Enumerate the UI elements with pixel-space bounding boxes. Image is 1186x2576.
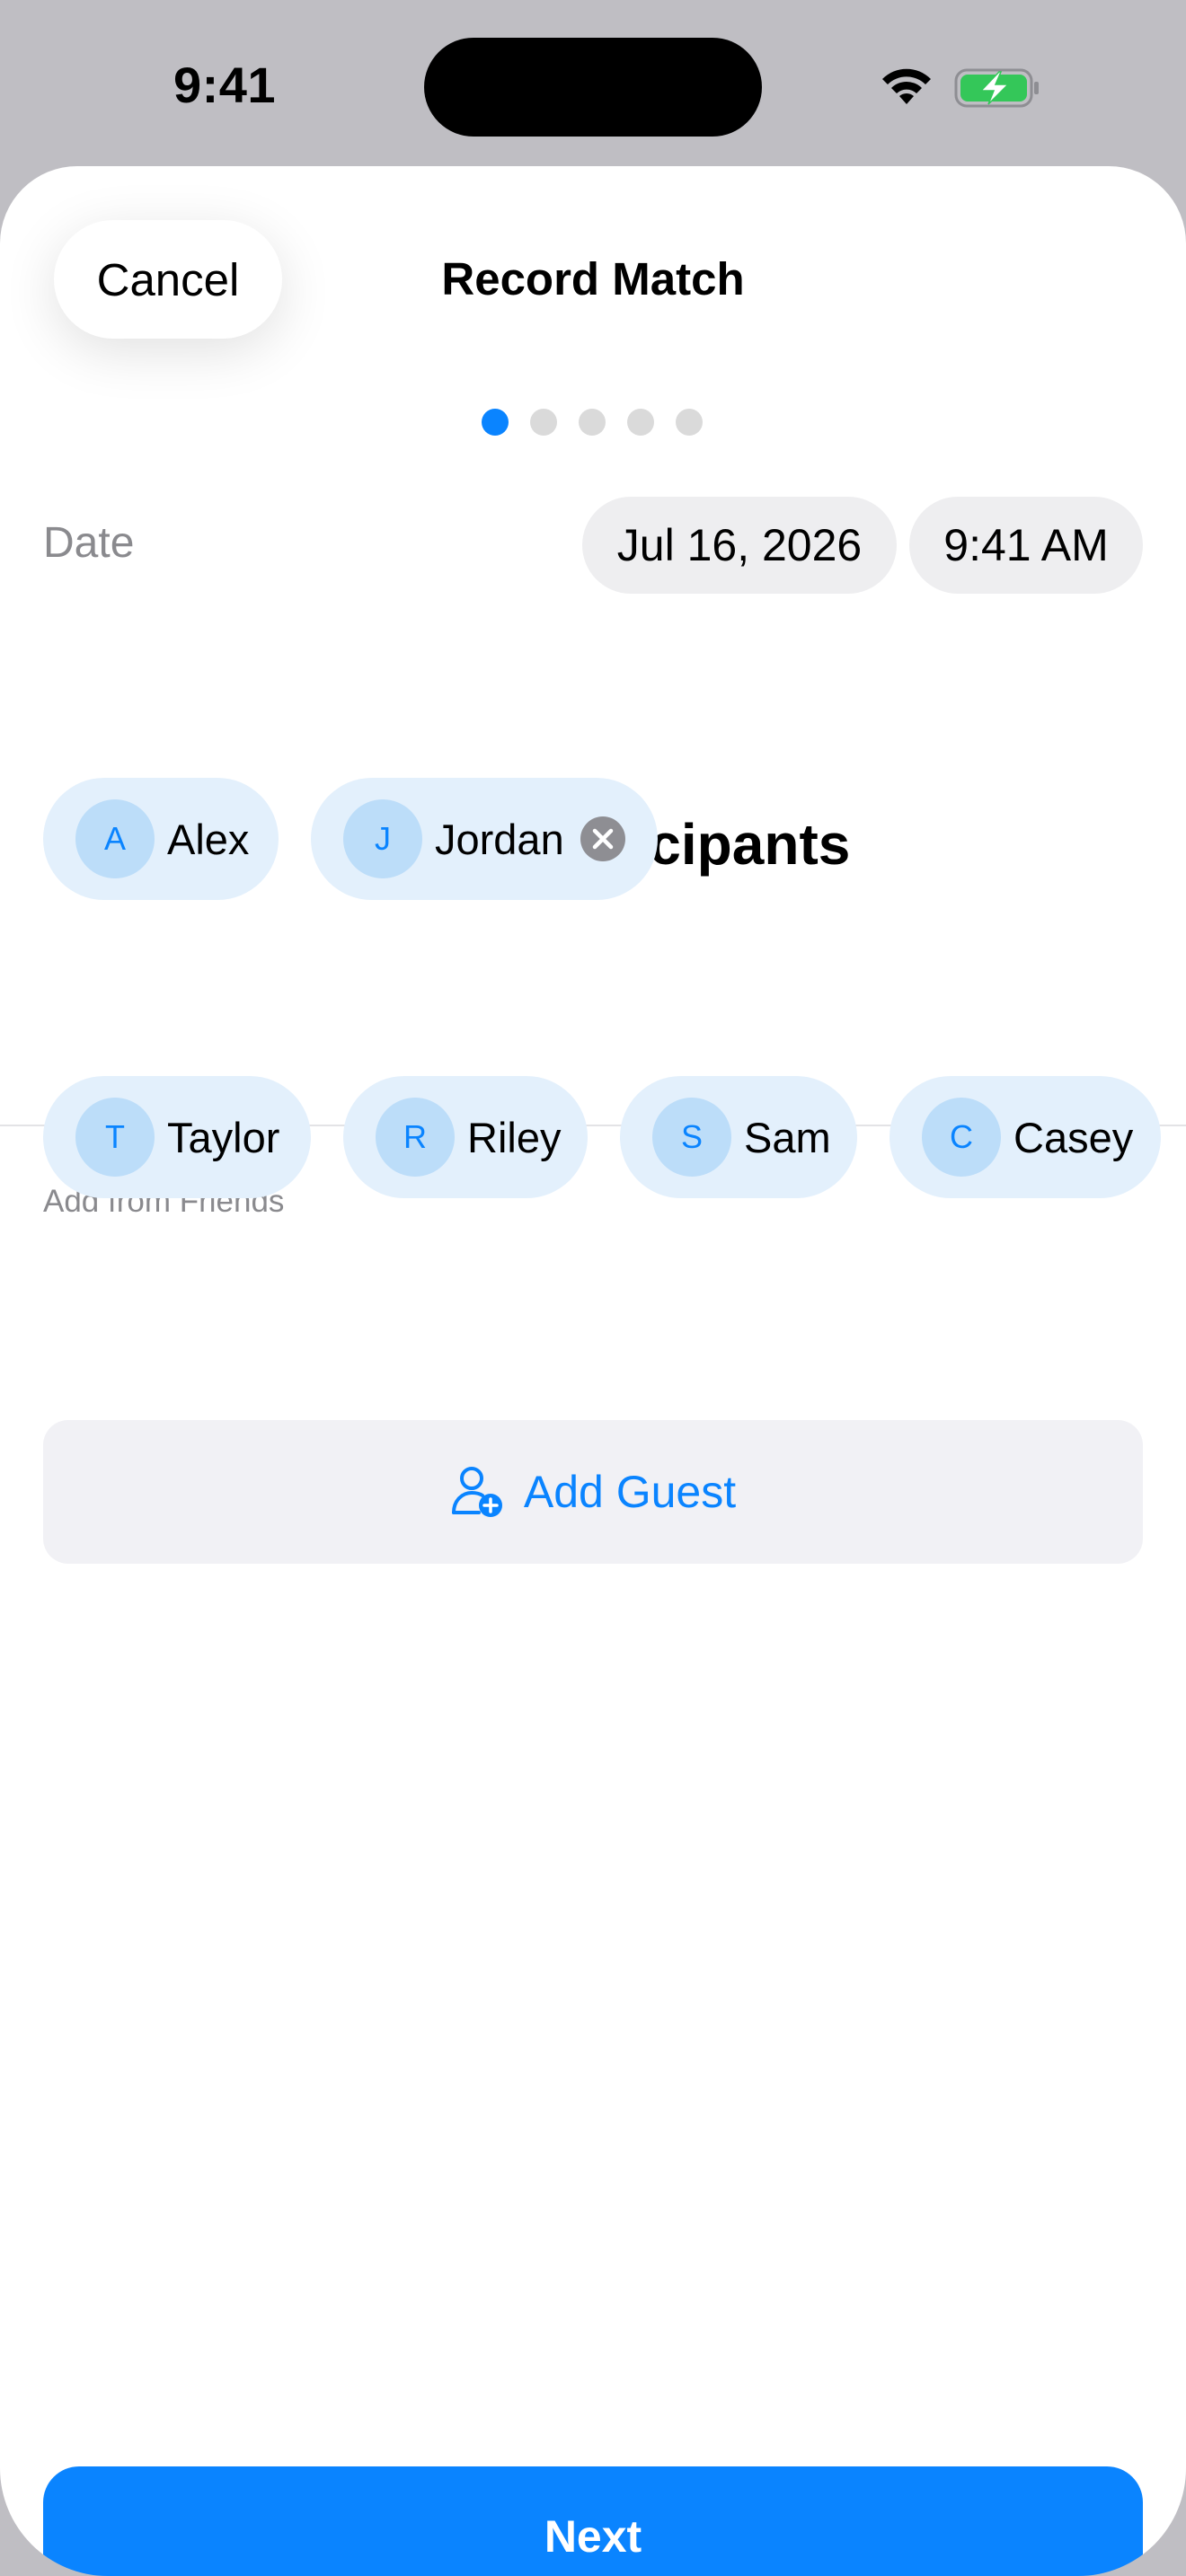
avatar: T bbox=[75, 1098, 155, 1177]
avatar: R bbox=[376, 1098, 455, 1177]
page-dot-4 bbox=[627, 409, 654, 436]
avatar: S bbox=[652, 1098, 731, 1177]
friend-name: Taylor bbox=[167, 1113, 280, 1161]
dynamic-island bbox=[424, 38, 762, 137]
add-guest-label: Add Guest bbox=[523, 1467, 737, 1517]
cancel-button[interactable]: Cancel bbox=[54, 220, 282, 339]
participant-chip-alex[interactable]: A Alex bbox=[43, 778, 279, 900]
avatar: C bbox=[922, 1098, 1001, 1177]
page-dot-5 bbox=[676, 409, 703, 436]
friend-name: Sam bbox=[744, 1113, 831, 1161]
avatar: J bbox=[343, 799, 422, 878]
record-match-sheet: Cancel Record Match Date Jul 16, 2026 9:… bbox=[0, 166, 1186, 2576]
page-indicator bbox=[482, 409, 703, 437]
date-picker[interactable]: Jul 16, 2026 bbox=[582, 497, 897, 594]
participant-name: Jordan bbox=[435, 815, 564, 863]
friend-name: Riley bbox=[467, 1113, 562, 1161]
friend-chip-riley[interactable]: R Riley bbox=[343, 1076, 588, 1198]
page-dot-2 bbox=[530, 409, 557, 436]
device-corner-mask bbox=[0, 2468, 1186, 2576]
battery-charging-icon bbox=[954, 68, 1039, 108]
time-picker[interactable]: 9:41 AM bbox=[909, 497, 1143, 594]
participant-name: Alex bbox=[167, 815, 250, 863]
date-label: Date bbox=[43, 519, 135, 567]
friend-chip-sam[interactable]: S Sam bbox=[620, 1076, 857, 1198]
friend-chip-casey[interactable]: C Casey bbox=[890, 1076, 1161, 1198]
friend-chip-taylor[interactable]: T Taylor bbox=[43, 1076, 311, 1198]
status-time: 9:41 bbox=[173, 57, 277, 113]
remove-icon[interactable] bbox=[580, 816, 625, 861]
friend-name: Casey bbox=[1013, 1113, 1134, 1161]
add-guest-button[interactable]: Add Guest bbox=[43, 1420, 1143, 1564]
person-add-icon bbox=[451, 1467, 502, 1517]
participant-chip-jordan[interactable]: J Jordan bbox=[311, 778, 658, 900]
sheet-title: Record Match bbox=[441, 253, 745, 304]
page-dot-1 bbox=[482, 409, 509, 436]
wifi-icon bbox=[882, 68, 931, 104]
status-bar: 9:41 bbox=[0, 0, 1186, 166]
avatar: A bbox=[75, 799, 155, 878]
page-dot-3 bbox=[579, 409, 606, 436]
